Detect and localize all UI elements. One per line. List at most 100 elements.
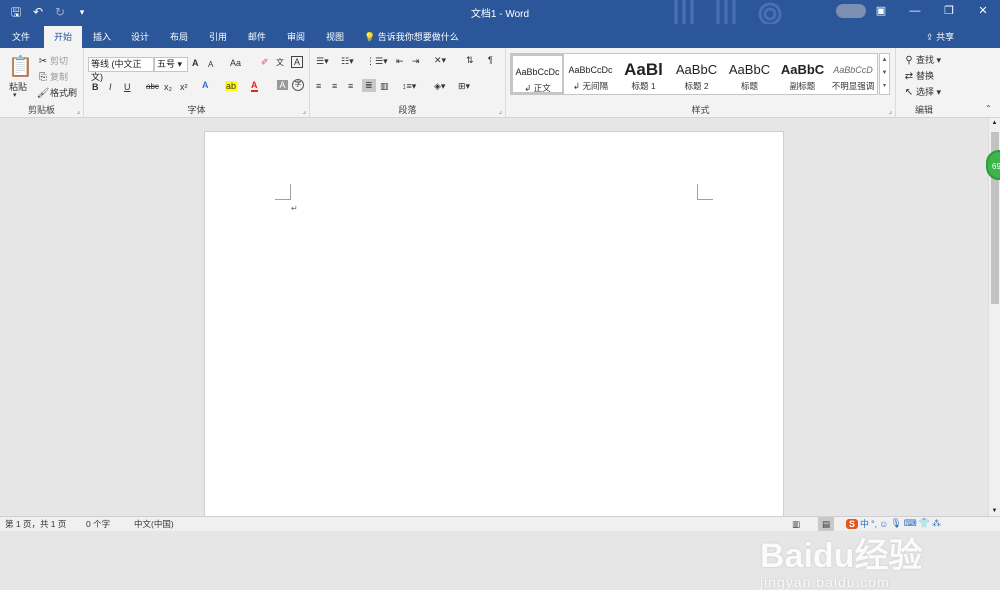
replace-label: 替换 [916,71,935,81]
text-effects-icon[interactable]: A [202,80,209,90]
tab-file[interactable]: 文件 [2,26,40,48]
strikethrough-button[interactable]: abc [146,82,159,91]
format-painter-label: 格式刷 [50,88,78,98]
bold-button[interactable]: B [92,82,99,92]
font-name-box[interactable]: 等线 (中文正文) [88,57,154,82]
restore-button[interactable]: ❐ [932,0,966,24]
tab-design[interactable]: 设计 [122,26,158,48]
phonetic-guide-icon[interactable]: 文 [276,57,284,68]
emoji-icon[interactable]: ☺ [879,519,888,529]
character-shading-icon[interactable]: A [277,80,288,90]
style-subtle-emphasis[interactable]: AaBbCcD 不明显强调 [829,54,877,94]
share-button[interactable]: ⇪ 共享 [926,26,954,48]
tell-me-text: 告诉我你想要做什么 [377,32,459,42]
styles-launcher-icon[interactable]: ⌟ [889,107,892,115]
skin-icon[interactable]: 👕 [919,518,930,529]
distributed-icon[interactable]: ▥ [380,81,389,92]
borders-icon[interactable]: ⊞▾ [458,81,470,92]
scroll-down-icon[interactable]: ▼ [989,508,1000,514]
sogou-ime-icon[interactable]: S [846,518,859,529]
font-size-box[interactable]: 五号 ▾ [154,57,188,72]
increase-indent-icon[interactable]: ⇥ [412,56,420,67]
justify-icon[interactable]: ≣ [362,79,376,92]
tab-view[interactable]: 视图 [317,26,353,48]
shading-icon[interactable]: ◈▾ [434,81,445,92]
style-normal[interactable]: AaBbCcDc ↲ 正文 [511,54,564,94]
paste-button[interactable]: 粘贴 [9,80,27,93]
copy-button[interactable]: ⎘ 复制 [36,70,68,83]
font-color-button[interactable]: A [251,80,258,92]
copy-icon: ⎘ [39,72,47,83]
tab-insert[interactable]: 插入 [84,26,120,48]
style-preview: AaBbCcD [833,65,873,75]
line-spacing-icon[interactable]: ↕≡▾ [402,81,416,92]
style-subtitle[interactable]: AaBbC 副标题 [776,54,829,94]
read-mode-icon[interactable]: ▥ [792,517,800,531]
minimize-button[interactable]: — [898,0,932,24]
tab-layout[interactable]: 布局 [161,26,197,48]
highlight-button[interactable]: ab [225,81,238,91]
clear-formatting-icon[interactable]: ✐ [261,57,269,68]
scroll-up-icon[interactable]: ▲ [989,118,1000,128]
ime-punctuation[interactable]: °, [871,519,877,529]
italic-button[interactable]: I [109,82,112,92]
decrease-indent-icon[interactable]: ⇤ [396,56,404,67]
paste-dropdown-icon[interactable]: ▾ [13,91,17,99]
grow-font-button[interactable]: A [192,58,199,68]
tab-home[interactable]: 开始 [44,26,82,48]
sort-icon[interactable]: ⇅ [466,55,474,66]
shrink-font-button[interactable]: A [208,60,213,69]
subscript-button[interactable]: x₂ [164,82,172,92]
tell-me-box[interactable]: 💡 告诉我你想要做什么 [364,26,459,48]
font-launcher-icon[interactable]: ⌟ [303,107,306,115]
tab-mailings[interactable]: 邮件 [239,26,275,48]
editing-group: ⚲ 查找 ▾ ⇄ 替换 ↖ 选择 ▾ 编辑 [896,48,952,118]
clipboard-launcher-icon[interactable]: ⌟ [77,107,80,115]
page-count[interactable]: 第 1 页，共 1 页 [5,517,66,531]
more-styles-icon[interactable]: ▾ [880,80,889,93]
font-size-value: 五号 [157,59,176,69]
align-left-icon[interactable]: ≡ [316,81,321,91]
keyboard-icon[interactable]: ⌨ [904,518,917,529]
account-avatar[interactable] [836,4,866,18]
format-painter-button[interactable]: 🖌格式刷 [36,86,77,99]
tab-references[interactable]: 引用 [200,26,236,48]
collapse-ribbon-icon[interactable]: ⌃ [985,104,992,113]
align-center-icon[interactable]: ≡ [332,81,337,91]
document-page[interactable]: ↵ [204,131,784,531]
bullets-icon[interactable]: ☰▾ [316,56,329,67]
styles-scroll[interactable]: ▲ ▼ ▾ [879,53,890,95]
style-no-spacing[interactable]: AaBbCcDc ↲ 无间隔 [564,54,617,94]
multilevel-list-icon[interactable]: ⋮☰▾ [366,56,388,67]
numbering-icon[interactable]: ☷▾ [341,56,354,67]
style-heading-1[interactable]: AaBl 标题 1 [617,54,670,94]
align-right-icon[interactable]: ≡ [348,81,353,91]
chevron-up-icon[interactable]: ▲ [880,54,889,67]
find-button[interactable]: ⚲ 查找 ▾ [902,53,941,66]
chinese-layout-icon[interactable]: ✕▾ [434,55,446,66]
crop-mark-top-right [697,184,713,200]
paste-icon[interactable]: 📋 [8,54,33,79]
character-border-icon[interactable]: A [291,56,303,68]
language-status[interactable]: 中文(中国) [134,517,174,531]
change-case-button[interactable]: Aa [230,58,241,68]
ribbon-display-icon[interactable]: ▣ [864,0,898,24]
tab-review[interactable]: 审阅 [278,26,314,48]
paragraph-launcher-icon[interactable]: ⌟ [499,107,502,115]
underline-button[interactable]: U [124,82,131,92]
select-button[interactable]: ↖ 选择 ▾ [902,85,941,98]
show-marks-icon[interactable]: ¶ [488,55,493,65]
style-heading-2[interactable]: AaBbC 标题 2 [670,54,723,94]
superscript-button[interactable]: x² [180,82,188,92]
microphone-icon[interactable]: 🎙 [890,518,901,529]
replace-button[interactable]: ⇄ 替换 [902,69,934,82]
ime-chinese-mode[interactable]: 中 [860,517,869,530]
close-button[interactable]: ✕ [966,0,1000,24]
toolbox-icon[interactable]: ⁂ [932,518,941,529]
print-layout-icon[interactable]: ▤ [818,517,835,531]
enclose-characters-icon[interactable]: 字 [292,79,304,91]
style-title[interactable]: AaBbC 标题 [723,54,776,94]
cut-button[interactable]: ✂ 剪切 [36,54,68,67]
word-count[interactable]: 0 个字 [86,517,110,531]
chevron-down-icon[interactable]: ▼ [880,67,889,80]
